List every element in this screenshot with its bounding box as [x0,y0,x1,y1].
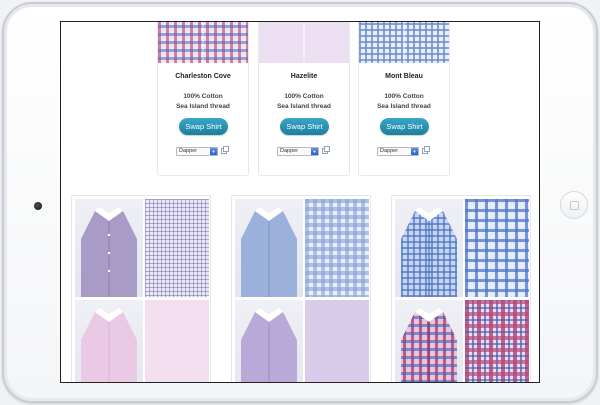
shirt-photo [395,199,463,297]
product-thread: Sea Island thread [377,103,431,110]
swap-shirt-button[interactable]: Swap Shirt [380,118,429,135]
shirt-combo-card[interactable] [231,195,371,382]
fabric-swatch [145,199,209,297]
shirt-photo [395,300,463,382]
camera-dot-icon [34,202,42,210]
style-select[interactable]: Dapper ▼ [277,147,319,156]
product-name: Mont Bleau [385,73,423,80]
product-thread: Sea Island thread [176,103,230,110]
style-select-value: Dapper [380,148,399,154]
product-thread: Sea Island thread [277,103,331,110]
expand-icon[interactable] [221,146,229,154]
fabric-swatch [305,199,369,297]
screen: Charleston Cove 100% Cotton Sea Island t… [60,21,540,383]
product-card: Charleston Cove 100% Cotton Sea Island t… [157,22,249,176]
style-select-value: Dapper [280,148,299,154]
shirt-photo [235,199,303,297]
product-card: Hazelite 100% Cotton Sea Island thread S… [258,22,350,176]
shirt-photo [235,300,303,382]
product-card: Mont Bleau 100% Cotton Sea Island thread… [358,22,450,176]
shirt-photo [75,300,143,382]
fabric-swatch [145,300,209,382]
style-select[interactable]: Dapper ▼ [377,147,419,156]
product-row: Charleston Cove 100% Cotton Sea Island t… [61,22,539,182]
product-swatch [259,22,349,63]
product-swatch [359,22,449,63]
product-material: 100% Cotton [183,93,223,100]
expand-icon[interactable] [422,146,430,154]
home-button-icon[interactable] [560,191,588,219]
product-material: 100% Cotton [284,93,324,100]
swap-shirt-button[interactable]: Swap Shirt [179,118,228,135]
product-material: 100% Cotton [384,93,424,100]
style-select[interactable]: Dapper ▼ [176,147,218,156]
product-swatch [158,22,248,63]
expand-icon[interactable] [322,146,330,154]
product-name: Hazelite [290,73,318,80]
product-name: Charleston Cove [175,73,231,80]
shirt-combo-card[interactable] [391,195,531,382]
shirt-photo [75,199,143,297]
chevron-down-icon: ▼ [411,148,418,155]
shirt-combo-card[interactable] [71,195,211,382]
fabric-swatch [465,199,529,297]
fabric-swatch [465,300,529,382]
fabric-swatch [305,300,369,382]
chevron-down-icon: ▼ [210,148,217,155]
chevron-down-icon: ▼ [311,148,318,155]
style-select-value: Dapper [179,148,198,154]
swap-shirt-button[interactable]: Swap Shirt [280,118,329,135]
